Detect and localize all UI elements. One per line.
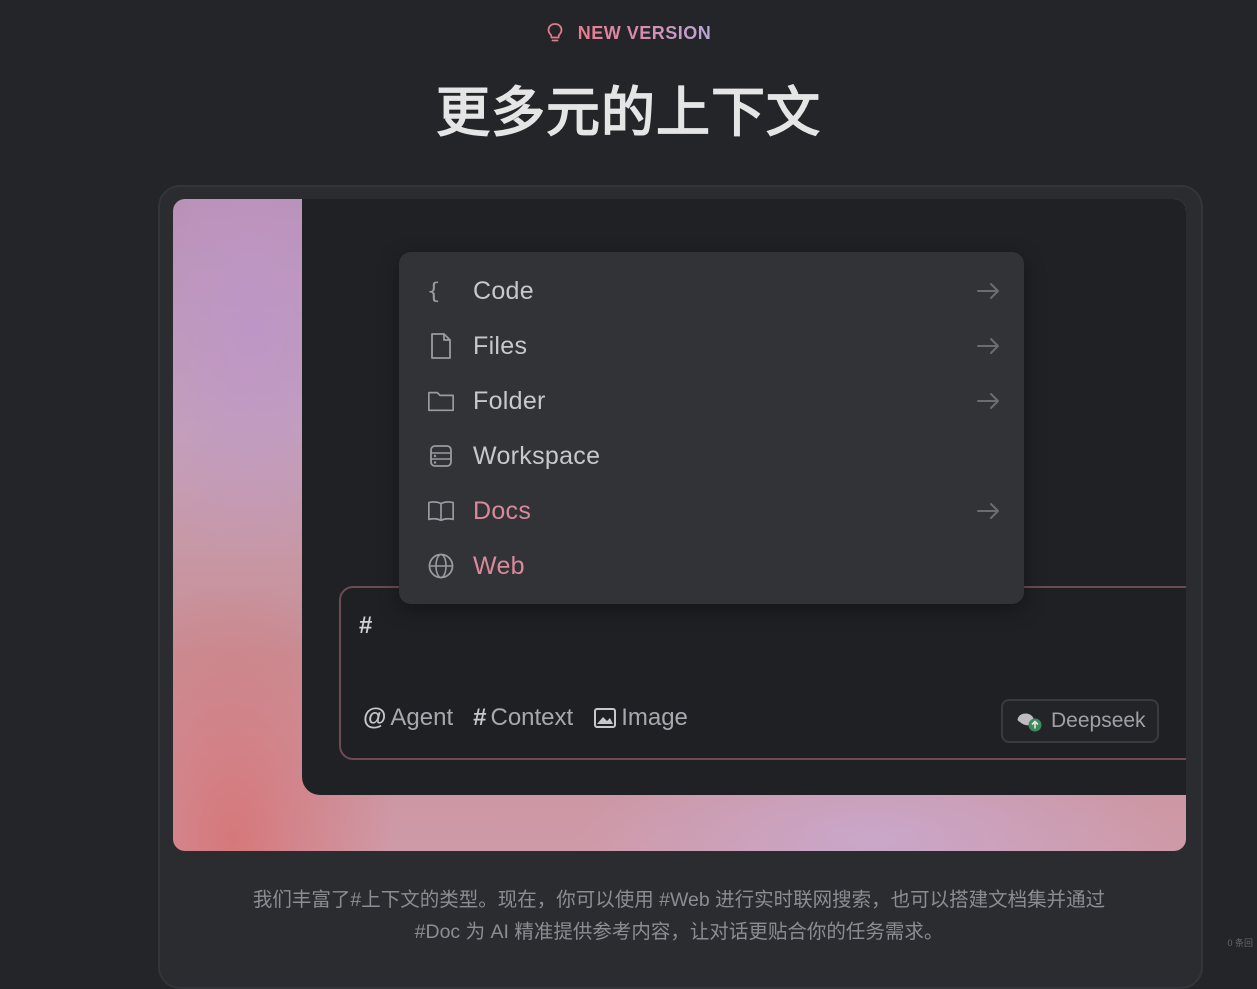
at-icon: @ xyxy=(363,704,386,732)
menu-item-label: Web xyxy=(473,552,525,581)
file-icon xyxy=(427,332,455,360)
hash-icon: # xyxy=(473,704,486,732)
arrow-right-icon xyxy=(976,501,1002,521)
image-label: Image xyxy=(621,704,688,732)
context-label: Context xyxy=(490,704,573,732)
badge-text: NEW VERSION xyxy=(578,23,712,44)
menu-item-web[interactable]: Web xyxy=(399,539,1024,593)
menu-item-label: Code xyxy=(473,277,534,306)
menu-item-code[interactable]: { } Code xyxy=(399,264,1024,318)
arrow-right-icon xyxy=(976,281,1002,301)
lightbulb-icon xyxy=(546,22,564,44)
menu-item-workspace[interactable]: Workspace xyxy=(399,429,1024,483)
editor-mockup: { } Code Files Folder xyxy=(302,199,1186,795)
menu-item-label: Docs xyxy=(473,497,531,526)
composer-toolbar: @ Agent # Context Image xyxy=(363,704,688,732)
hero-illustration: { } Code Files Folder xyxy=(173,199,1186,851)
image-button[interactable]: Image xyxy=(593,704,688,732)
server-icon xyxy=(427,442,455,470)
arrow-right-icon xyxy=(976,336,1002,356)
chat-composer[interactable]: # @ Agent # Context Image xyxy=(339,586,1186,760)
menu-item-files[interactable]: Files xyxy=(399,319,1024,373)
feature-description: 我们丰富了#上下文的类型。现在，你可以使用 #Web 进行实时联网搜索，也可以搭… xyxy=(160,884,1198,948)
corner-text: 0 条回 xyxy=(1227,936,1253,949)
book-icon xyxy=(427,497,455,525)
composer-input[interactable]: # xyxy=(359,612,372,640)
menu-item-label: Workspace xyxy=(473,442,600,471)
image-icon xyxy=(593,707,617,729)
folder-icon xyxy=(427,387,455,415)
svg-text:{ }: { } xyxy=(427,278,455,304)
context-menu: { } Code Files Folder xyxy=(399,252,1024,604)
description-line-2: #Doc 为 AI 精准提供参考内容，让对话更贴合你的任务需求。 xyxy=(160,916,1198,948)
braces-icon: { } xyxy=(427,277,455,305)
globe-icon xyxy=(427,552,455,580)
model-selector[interactable]: Deepseek xyxy=(1001,699,1159,743)
new-version-badge: NEW VERSION xyxy=(0,22,1257,44)
description-line-1: 我们丰富了#上下文的类型。现在，你可以使用 #Web 进行实时联网搜索，也可以搭… xyxy=(160,884,1198,916)
agent-label: Agent xyxy=(390,704,453,732)
menu-item-label: Folder xyxy=(473,387,546,416)
page-title: 更多元的上下文 xyxy=(0,68,1257,147)
arrow-right-icon xyxy=(976,391,1002,411)
menu-item-folder[interactable]: Folder xyxy=(399,374,1024,428)
agent-button[interactable]: @ Agent xyxy=(363,704,453,732)
deepseek-icon xyxy=(1015,709,1043,733)
context-button[interactable]: # Context xyxy=(473,704,573,732)
model-label: Deepseek xyxy=(1051,709,1146,733)
menu-item-docs[interactable]: Docs xyxy=(399,484,1024,538)
menu-item-label: Files xyxy=(473,332,527,361)
